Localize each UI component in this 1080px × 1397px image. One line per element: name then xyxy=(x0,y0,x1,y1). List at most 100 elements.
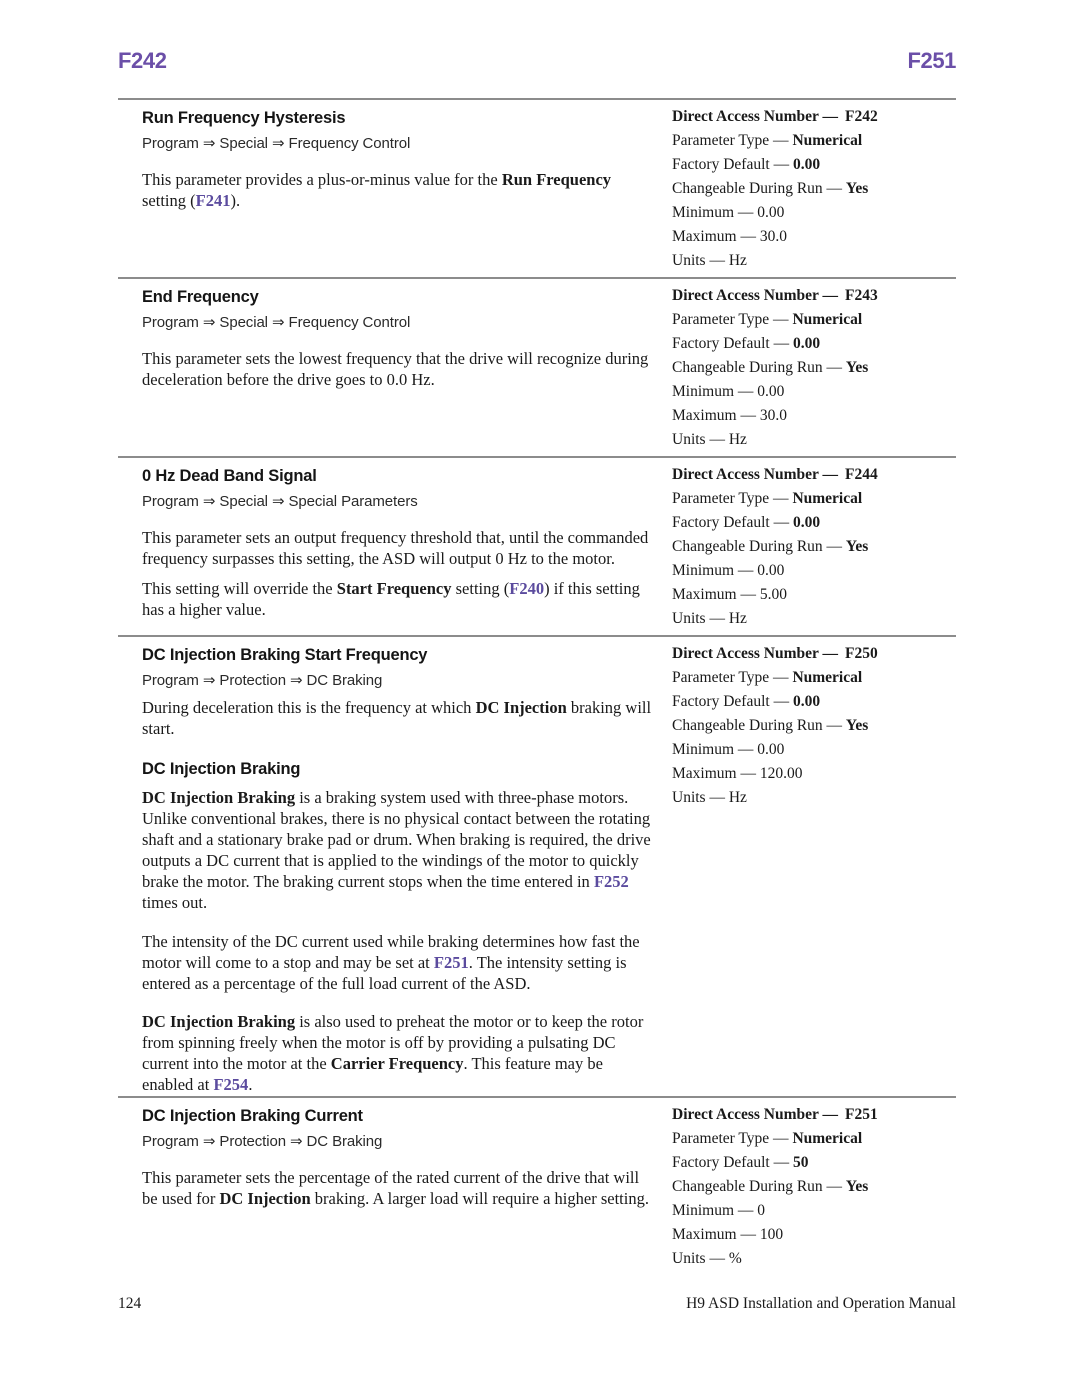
spec-label: Minimum — xyxy=(672,562,754,579)
description-text: During deceleration this is the frequenc… xyxy=(142,698,476,717)
spec-label: Direct Access Number — xyxy=(672,108,839,125)
spec-value: Numerical xyxy=(792,1130,863,1148)
spec-label: Changeable During Run — xyxy=(672,717,843,734)
parameter-title: DC Injection Braking Start Frequency xyxy=(142,646,428,664)
parameter-section-f251: DC Injection Braking Current Program ⇒ P… xyxy=(118,1098,956,1275)
page-footer: 124 H9 ASD Installation and Operation Ma… xyxy=(118,1295,956,1313)
emphasis-term: Start Frequency xyxy=(336,578,452,598)
description-text: braking. A larger load will require a hi… xyxy=(310,1189,649,1209)
emphasis-term: Run Frequency xyxy=(501,170,612,189)
spec-label: Maximum — xyxy=(672,765,756,782)
spec-label: Changeable During Run — xyxy=(672,180,843,197)
spec-maximum: Maximum — 30.0 xyxy=(672,229,956,245)
parameter-reference-link[interactable]: F252 xyxy=(594,872,629,891)
spec-factory-default: Factory Default — 0.00 xyxy=(672,694,956,710)
spec-label: Units — xyxy=(672,431,725,448)
spec-maximum: Maximum — 120.00 xyxy=(672,766,956,782)
spec-minimum: Minimum — 0.00 xyxy=(672,563,956,579)
description-text: ). xyxy=(230,190,241,210)
spec-label: Units — xyxy=(672,610,725,627)
spec-label: Parameter Type — xyxy=(672,132,789,149)
section-description-column: 0 Hz Dead Band Signal Program ⇒ Special … xyxy=(118,467,658,621)
subsection-title: DC Injection Braking xyxy=(142,759,301,778)
parameter-reference-link[interactable]: F241 xyxy=(196,191,231,210)
parameter-spec-list: Direct Access Number — F243 Parameter Typ… xyxy=(672,288,956,448)
spec-value: 100 xyxy=(759,1226,784,1244)
spec-label: Factory Default — xyxy=(672,693,790,710)
spec-minimum: Minimum — 0.00 xyxy=(672,205,956,221)
footer-manual-title: H9 ASD Installation and Operation Manual xyxy=(686,1295,956,1312)
spec-value: 30.0 xyxy=(759,228,787,245)
spec-minimum: Minimum — 0.00 xyxy=(672,384,956,400)
parameter-description-override: This setting will override the Start Fre… xyxy=(142,579,658,621)
subsection-paragraph-1: DC Injection Braking is a braking system… xyxy=(142,788,658,914)
spec-value: Hz xyxy=(728,610,747,627)
spec-direct-access-number: Direct Access Number — F242 xyxy=(672,109,956,125)
spec-label: Changeable During Run — xyxy=(672,538,843,555)
spec-label: Units — xyxy=(672,789,725,806)
spec-value: 5.00 xyxy=(759,586,787,603)
page-content: F242 F251 Run Frequency Hysteresis Progr… xyxy=(118,0,956,1397)
spec-label: Parameter Type — xyxy=(672,490,789,507)
parameter-title: End Frequency xyxy=(142,288,259,306)
parameter-reference-link[interactable]: F254 xyxy=(213,1075,248,1094)
menu-path: Program ⇒ Special ⇒ Frequency Control xyxy=(142,314,411,331)
section-description-column: DC Injection Braking Current Program ⇒ P… xyxy=(118,1107,658,1210)
spec-label: Parameter Type — xyxy=(672,1130,789,1148)
section-spec-column: Direct Access Number — F244 Parameter Typ… xyxy=(658,467,956,635)
spec-parameter-type: Parameter Type — Numerical xyxy=(672,133,956,149)
parameter-reference-link[interactable]: F240 xyxy=(509,579,544,598)
parameter-reference-link[interactable]: F251 xyxy=(434,953,469,972)
spec-value: Yes xyxy=(845,1178,869,1196)
description-text: This parameter provides a plus-or-minus … xyxy=(142,170,502,189)
parameter-spec-list: Direct Access Number — F244 Parameter Typ… xyxy=(672,467,956,627)
emphasis-term: Carrier Frequency xyxy=(330,1054,464,1074)
spec-value: Numerical xyxy=(792,132,863,149)
spec-value: F242 xyxy=(845,108,878,125)
emphasis-term: DC Injection xyxy=(219,1189,311,1209)
spec-changeable-during-run: Changeable During Run — Yes xyxy=(672,718,956,734)
footer-page-number: 124 xyxy=(118,1295,142,1312)
section-spec-column: Direct Access Number — F243 Parameter Typ… xyxy=(658,288,956,456)
spec-minimum: Minimum — 0 xyxy=(672,1203,956,1219)
emphasis-term: DC Injection Braking xyxy=(142,787,296,807)
parameter-title: DC Injection Braking Current xyxy=(142,1107,363,1126)
spec-label: Units — xyxy=(672,252,725,269)
spec-value: 30.0 xyxy=(759,407,787,424)
description-text: times out. xyxy=(142,892,208,912)
spec-units: Units — Hz xyxy=(672,611,956,627)
description-text: . xyxy=(248,1075,253,1095)
spec-parameter-type: Parameter Type — Numerical xyxy=(672,670,956,686)
spec-units: Units — Hz xyxy=(672,790,956,806)
spec-changeable-during-run: Changeable During Run — Yes xyxy=(672,1179,956,1195)
spec-parameter-type: Parameter Type — Numerical xyxy=(672,491,956,507)
spec-label: Units — xyxy=(672,1250,725,1268)
subsection-paragraph-3: DC Injection Braking is also used to pre… xyxy=(142,1012,658,1096)
parameter-title: Run Frequency Hysteresis xyxy=(142,109,346,127)
spec-label: Factory Default — xyxy=(672,1154,790,1172)
spec-label: Parameter Type — xyxy=(672,311,789,328)
parameter-title: 0 Hz Dead Band Signal xyxy=(142,467,317,485)
description-text: setting ( xyxy=(451,578,510,598)
spec-label: Minimum — xyxy=(672,383,754,400)
spec-label: Minimum — xyxy=(672,204,754,221)
subsection-paragraph-2: The intensity of the DC current used whi… xyxy=(142,932,658,995)
spec-parameter-type: Parameter Type — Numerical xyxy=(672,312,956,328)
spec-label: Direct Access Number — xyxy=(672,287,839,304)
spec-value: Yes xyxy=(845,538,869,555)
description-text: setting ( xyxy=(142,190,196,210)
spec-units: Units — % xyxy=(672,1251,956,1267)
spec-changeable-during-run: Changeable During Run — Yes xyxy=(672,181,956,197)
spec-direct-access-number: Direct Access Number — F250 xyxy=(672,646,956,662)
emphasis-term: DC Injection xyxy=(475,698,567,717)
spec-label: Maximum — xyxy=(672,1226,756,1244)
spec-value: Hz xyxy=(728,789,747,806)
parameter-spec-list: Direct Access Number — F250 Parameter Typ… xyxy=(672,646,956,806)
spec-value: 120.00 xyxy=(759,765,803,782)
spec-value: Numerical xyxy=(792,490,863,507)
parameter-description: This parameter sets the lowest frequency… xyxy=(142,349,649,389)
spec-label: Direct Access Number — xyxy=(672,645,839,662)
spec-value: 50 xyxy=(792,1154,809,1172)
parameter-section-f244: 0 Hz Dead Band Signal Program ⇒ Special … xyxy=(118,458,956,635)
running-head: F242 F251 xyxy=(118,0,956,84)
